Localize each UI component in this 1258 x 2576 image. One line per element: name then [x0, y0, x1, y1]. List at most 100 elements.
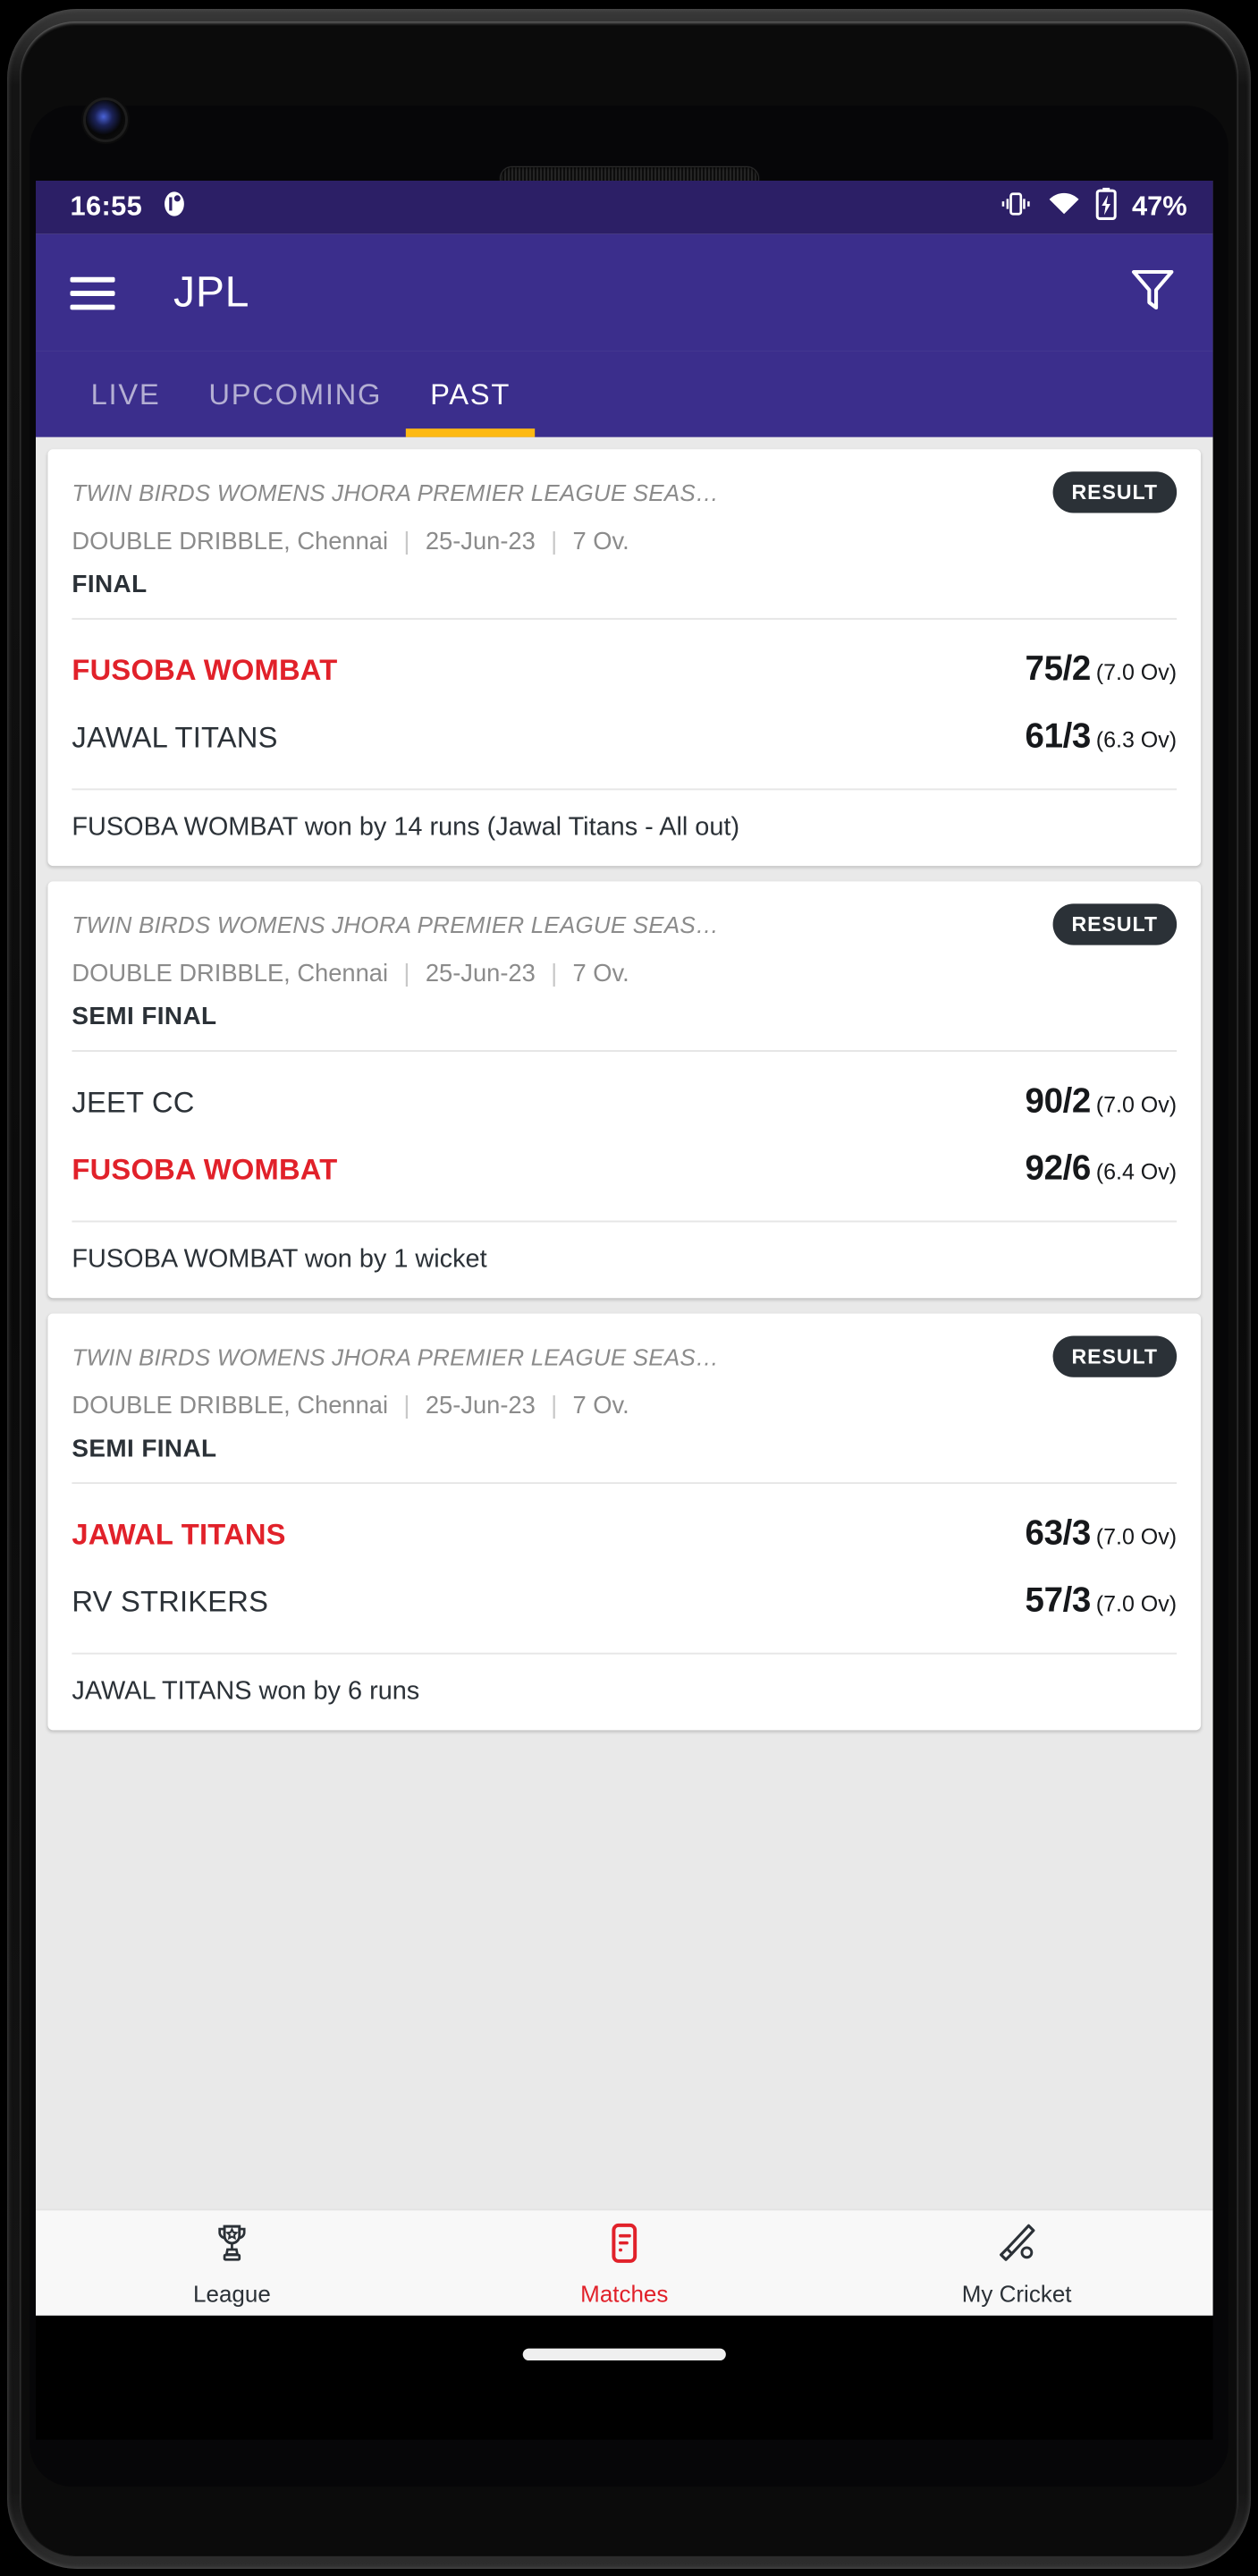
match-date: 25-Jun-23: [425, 960, 536, 988]
team-score: 61/3: [1025, 717, 1092, 756]
battery-percentage: 47%: [1132, 191, 1187, 222]
team-score: 57/3: [1025, 1581, 1092, 1621]
list-card-icon: [602, 2220, 646, 2274]
meta-separator: |: [403, 528, 410, 556]
status-bar: 16:55 47%: [36, 181, 1213, 234]
tournament-row: TWIN BIRDS WOMENS JHORA PREMIER LEAGUE S…: [72, 903, 1178, 945]
match-result-text: FUSOBA WOMBAT won by 1 wicket: [72, 1244, 487, 1275]
match-card-header: TWIN BIRDS WOMENS JHORA PREMIER LEAGUE S…: [47, 1314, 1201, 1483]
trophy-icon: [209, 2220, 254, 2274]
meta-separator: |: [403, 1393, 410, 1420]
team-name: JAWAL TITANS: [72, 721, 278, 754]
status-badge: RESULT: [1052, 471, 1178, 513]
team-name: FUSOBA WOMBAT: [72, 1153, 338, 1187]
match-result-text: FUSOBA WOMBAT won by 14 runs (Jawal Tita…: [72, 812, 740, 843]
team-name: RV STRIKERS: [72, 1585, 269, 1619]
match-meta-row: DOUBLE DRIBBLE, Chennai | 25-Jun-23 | 7 …: [72, 1393, 1177, 1420]
match-card-header: TWIN BIRDS WOMENS JHORA PREMIER LEAGUE S…: [47, 449, 1201, 618]
meta-separator: |: [403, 960, 410, 988]
status-badge: RESULT: [1052, 903, 1178, 945]
team-name: JAWAL TITANS: [72, 1518, 286, 1552]
team-overs: (7.0 Ov): [1095, 1091, 1178, 1118]
team-score: 92/6: [1025, 1149, 1092, 1189]
match-ground: DOUBLE DRIBBLE, Chennai: [72, 528, 389, 556]
match-result-text: JAWAL TITANS won by 6 runs: [72, 1676, 420, 1707]
nav-item-matches[interactable]: Matches: [428, 2220, 821, 2306]
nav-label-matches: Matches: [580, 2280, 669, 2307]
hamburger-menu-icon[interactable]: [70, 267, 115, 318]
score-group: 90/2 (7.0 Ov): [1026, 1083, 1178, 1123]
match-overs-limit: 7 Ov.: [572, 960, 629, 988]
nav-label-league: League: [193, 2280, 271, 2307]
match-card-header: TWIN BIRDS WOMENS JHORA PREMIER LEAGUE S…: [47, 881, 1201, 1050]
team-score: 63/3: [1025, 1514, 1092, 1554]
team-score-row: FUSOBA WOMBAT 92/6 (6.4 Ov): [72, 1136, 1177, 1203]
match-overs-limit: 7 Ov.: [572, 1393, 629, 1420]
match-ground: DOUBLE DRIBBLE, Chennai: [72, 1393, 389, 1420]
nav-label-my-cricket: My Cricket: [961, 2280, 1072, 2307]
meta-separator: |: [551, 1393, 558, 1420]
filter-funnel-icon[interactable]: [1127, 262, 1178, 322]
score-group: 57/3 (7.0 Ov): [1026, 1582, 1178, 1622]
match-date: 25-Jun-23: [425, 1393, 536, 1420]
match-stage: SEMI FINAL: [72, 1436, 217, 1463]
team-score-row: JAWAL TITANS 61/3 (6.3 Ov): [72, 704, 1177, 771]
match-meta-row: DOUBLE DRIBBLE, Chennai | 25-Jun-23 | 7 …: [72, 529, 1177, 556]
team-scores: JEET CC 90/2 (7.0 Ov) FUSOBA WOMBAT 92/6…: [47, 1052, 1201, 1221]
match-list-container[interactable]: TWIN BIRDS WOMENS JHORA PREMIER LEAGUE S…: [36, 436, 1213, 2316]
app-toolbar: JPL: [36, 233, 1213, 352]
status-bar-clock: 16:55: [70, 191, 143, 222]
tournament-name: TWIN BIRDS WOMENS JHORA PREMIER LEAGUE S…: [72, 1343, 720, 1370]
tournament-row: TWIN BIRDS WOMENS JHORA PREMIER LEAGUE S…: [72, 1335, 1178, 1377]
system-gesture-bar: [36, 2316, 1213, 2440]
nav-item-my-cricket[interactable]: My Cricket: [821, 2220, 1213, 2306]
team-score-row: JAWAL TITANS 63/3 (7.0 Ov): [72, 1501, 1177, 1568]
match-list: TWIN BIRDS WOMENS JHORA PREMIER LEAGUE S…: [36, 437, 1213, 1731]
team-name: JEET CC: [72, 1086, 195, 1120]
notification-dot-icon: [159, 189, 189, 226]
team-overs: (6.4 Ov): [1095, 1158, 1178, 1185]
match-status-tabs: LIVE UPCOMING PAST: [36, 351, 1213, 437]
score-group: 75/2 (7.0 Ov): [1026, 650, 1178, 690]
team-score: 90/2: [1025, 1082, 1092, 1121]
tournament-name: TWIN BIRDS WOMENS JHORA PREMIER LEAGUE S…: [72, 479, 720, 505]
score-group: 63/3 (7.0 Ov): [1026, 1515, 1178, 1555]
match-ground: DOUBLE DRIBBLE, Chennai: [72, 960, 389, 988]
status-badge: RESULT: [1052, 1335, 1178, 1377]
match-stage: SEMI FINAL: [72, 1004, 217, 1031]
match-stage: FINAL: [72, 571, 148, 599]
team-name: FUSOBA WOMBAT: [72, 654, 338, 687]
phone-screen: 16:55 47% JPL LIVE UPCOMING PAST TWIN BI…: [36, 181, 1213, 2316]
match-meta-row: DOUBLE DRIBBLE, Chennai | 25-Jun-23 | 7 …: [72, 961, 1177, 988]
team-scores: JAWAL TITANS 63/3 (7.0 Ov) RV STRIKERS 5…: [47, 1484, 1201, 1653]
nav-item-league[interactable]: League: [36, 2220, 428, 2306]
team-overs: (7.0 Ov): [1095, 659, 1178, 685]
tournament-name: TWIN BIRDS WOMENS JHORA PREMIER LEAGUE S…: [72, 911, 720, 937]
gesture-home-pill[interactable]: [522, 2348, 726, 2361]
team-score-row: FUSOBA WOMBAT 75/2 (7.0 Ov): [72, 637, 1177, 704]
tab-past[interactable]: PAST: [406, 378, 535, 437]
tab-upcoming[interactable]: UPCOMING: [184, 378, 406, 436]
match-card[interactable]: TWIN BIRDS WOMENS JHORA PREMIER LEAGUE S…: [47, 449, 1202, 867]
team-overs: (7.0 Ov): [1095, 1523, 1178, 1550]
bottom-navigation-bar: League Matches My Cricket: [36, 2208, 1213, 2316]
meta-separator: |: [551, 528, 558, 556]
vibrate-icon: [1000, 189, 1033, 226]
team-overs: (7.0 Ov): [1095, 1590, 1178, 1617]
team-score: 75/2: [1025, 650, 1092, 689]
page-title: JPL: [173, 267, 250, 317]
team-scores: FUSOBA WOMBAT 75/2 (7.0 Ov) JAWAL TITANS…: [47, 620, 1201, 789]
match-card[interactable]: TWIN BIRDS WOMENS JHORA PREMIER LEAGUE S…: [47, 1313, 1202, 1731]
wifi-icon: [1048, 190, 1081, 225]
front-camera: [86, 100, 125, 140]
match-overs-limit: 7 Ov.: [572, 528, 629, 556]
match-date: 25-Jun-23: [425, 528, 536, 556]
meta-separator: |: [551, 960, 558, 988]
battery-charging-icon: [1095, 186, 1117, 228]
team-overs: (6.3 Ov): [1095, 726, 1178, 753]
match-card[interactable]: TWIN BIRDS WOMENS JHORA PREMIER LEAGUE S…: [47, 881, 1202, 1299]
cricket-bat-ball-icon: [994, 2220, 1039, 2274]
tab-live[interactable]: LIVE: [67, 378, 185, 436]
team-score-row: JEET CC 90/2 (7.0 Ov): [72, 1069, 1177, 1136]
tournament-row: TWIN BIRDS WOMENS JHORA PREMIER LEAGUE S…: [72, 471, 1178, 513]
